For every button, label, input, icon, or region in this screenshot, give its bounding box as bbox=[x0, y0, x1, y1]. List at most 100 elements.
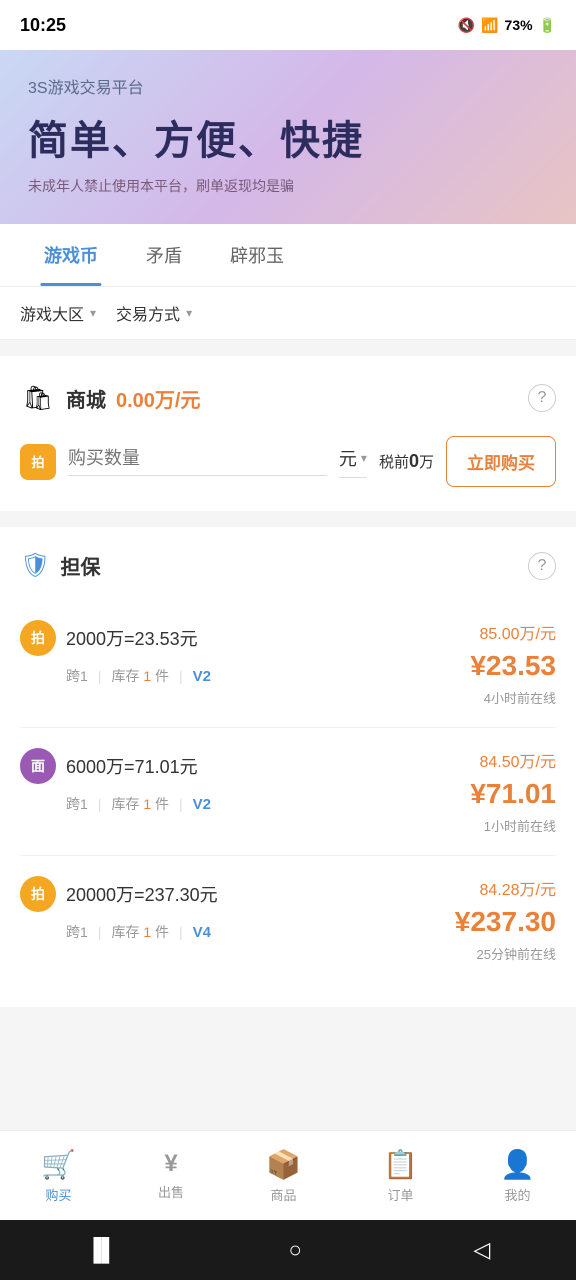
battery-label: 73% bbox=[505, 17, 533, 33]
listing-name-3: 20000万=237.30元 bbox=[66, 881, 218, 907]
pre-tax-display: 税前0万 bbox=[379, 451, 434, 472]
listing-right-1: 85.00万/元 ¥23.53 4小时前在线 bbox=[396, 620, 556, 707]
tab-pixieyu[interactable]: 辟邪玉 bbox=[206, 224, 308, 286]
total-price-1: ¥23.53 bbox=[396, 650, 556, 682]
purchase-row: 拍 元 ▾ 税前0万 立即购买 bbox=[20, 436, 556, 487]
banner-subtitle: 3S游戏交易平台 bbox=[28, 74, 548, 98]
tabs-container: 游戏币 矛盾 辟邪玉 bbox=[0, 224, 576, 287]
tabs: 游戏币 矛盾 辟邪玉 bbox=[20, 224, 556, 286]
unit-price-1: 85.00万/元 bbox=[396, 620, 556, 644]
online-time-2: 1小时前在线 bbox=[396, 816, 556, 835]
nav-order-label: 订单 bbox=[388, 1185, 414, 1204]
version-3: V4 bbox=[193, 924, 211, 941]
listing-right-2: 84.50万/元 ¥71.01 1小时前在线 bbox=[396, 748, 556, 835]
seller-badge-1: 拍 bbox=[20, 620, 56, 656]
tab-youxibi[interactable]: 游戏币 bbox=[20, 224, 122, 286]
listing-left-3: 拍 20000万=237.30元 跨1 | 库存 1 件 | V4 bbox=[20, 876, 396, 942]
nav-profile[interactable]: 👤 我的 bbox=[480, 1140, 555, 1212]
wifi-icon: 📶 bbox=[481, 17, 498, 34]
nav-product-label: 商品 bbox=[271, 1185, 297, 1204]
quantity-input-wrap bbox=[68, 448, 327, 476]
mute-icon: 🔇 bbox=[458, 17, 475, 34]
escrow-label: 担保 bbox=[60, 551, 100, 580]
section-gap-2 bbox=[0, 511, 576, 527]
version-1: V2 bbox=[193, 668, 211, 685]
section-gap-1 bbox=[0, 340, 576, 356]
listing-title-3: 拍 20000万=237.30元 bbox=[20, 876, 396, 912]
listing-meta-1: 跨1 | 库存 1 件 | V2 bbox=[66, 666, 396, 686]
quantity-input[interactable] bbox=[68, 448, 327, 469]
mall-left: 🛍 商城 0.00万/元 bbox=[20, 380, 200, 416]
chevron-down-icon: ▾ bbox=[90, 306, 96, 320]
mall-icon: 🛍 bbox=[20, 380, 56, 416]
recent-button[interactable]: ▐▌ bbox=[86, 1237, 117, 1263]
stock-label-2: 库存 1 件 bbox=[111, 794, 169, 814]
listing-right-3: 84.28万/元 ¥237.30 25分钟前在线 bbox=[396, 876, 556, 963]
banner-title: 简单、方便、快捷 bbox=[28, 108, 548, 166]
listing-meta-2: 跨1 | 库存 1 件 | V2 bbox=[66, 794, 396, 814]
online-time-1: 4小时前在线 bbox=[396, 688, 556, 707]
unit-price-3: 84.28万/元 bbox=[396, 876, 556, 900]
total-price-2: ¥71.01 bbox=[396, 778, 556, 810]
listing-item-3[interactable]: 拍 20000万=237.30元 跨1 | 库存 1 件 | V4 84.28万… bbox=[20, 856, 556, 983]
mall-price: 0.00万/元 bbox=[116, 384, 200, 413]
nav-profile-label: 我的 bbox=[504, 1185, 530, 1204]
nav-sell-label: 出售 bbox=[158, 1182, 184, 1201]
nav-buy[interactable]: 🛒 购买 bbox=[21, 1140, 96, 1212]
currency-select[interactable]: 元 ▾ bbox=[339, 445, 367, 478]
nav-sell[interactable]: ¥ 出售 bbox=[138, 1142, 204, 1209]
nav-order[interactable]: 📋 订单 bbox=[363, 1140, 438, 1212]
listing-name-1: 2000万=23.53元 bbox=[66, 625, 198, 651]
escrow-header: 🛡 担保 ? bbox=[20, 551, 556, 580]
stock-label-1: 库存 1 件 bbox=[111, 666, 169, 686]
listing-meta-3: 跨1 | 库存 1 件 | V4 bbox=[66, 922, 396, 942]
seller-badge-2: 面 bbox=[20, 748, 56, 784]
mall-header: 🛍 商城 0.00万/元 ? bbox=[20, 380, 556, 416]
banner-notice: 未成年人禁止使用本平台，刷单返现均是骗 bbox=[28, 176, 548, 196]
status-icons: 🔇 📶 🔇 📶 73% 73% 🔋 bbox=[458, 17, 556, 34]
mall-section: 🛍 商城 0.00万/元 ? 拍 元 ▾ 税前0万 立即购买 bbox=[0, 356, 576, 511]
buy-now-button[interactable]: 立即购买 bbox=[446, 436, 556, 487]
total-price-3: ¥237.30 bbox=[396, 906, 556, 938]
game-region-label: 游戏大区 bbox=[20, 301, 84, 325]
trade-method-filter[interactable]: 交易方式 ▾ bbox=[116, 301, 192, 325]
mall-help-icon[interactable]: ? bbox=[528, 384, 556, 412]
listing-title: 拍 2000万=23.53元 bbox=[20, 620, 396, 656]
escrow-left: 🛡 担保 bbox=[20, 551, 100, 580]
escrow-help-icon[interactable]: ? bbox=[528, 552, 556, 580]
status-time: 10:25 bbox=[20, 15, 66, 36]
shield-icon: 🛡 bbox=[20, 551, 50, 580]
system-bar: ▐▌ ○ ◁ bbox=[0, 1220, 576, 1280]
listing-left-2: 面 6000万=71.01元 跨1 | 库存 1 件 | V2 bbox=[20, 748, 396, 814]
product-icon: 📦 bbox=[266, 1148, 301, 1181]
game-region-filter[interactable]: 游戏大区 ▾ bbox=[20, 301, 96, 325]
banner: 3S游戏交易平台 简单、方便、快捷 未成年人禁止使用本平台，刷单返现均是骗 bbox=[0, 50, 576, 224]
region-3: 跨1 bbox=[66, 922, 88, 942]
sell-icon: ¥ bbox=[164, 1150, 177, 1178]
listing-left: 拍 2000万=23.53元 跨1 | 库存 1 件 | V2 bbox=[20, 620, 396, 686]
region-2: 跨1 bbox=[66, 794, 88, 814]
purchase-badge: 拍 bbox=[20, 444, 56, 480]
listing-name-2: 6000万=71.01元 bbox=[66, 753, 198, 779]
seller-badge-3: 拍 bbox=[20, 876, 56, 912]
trade-method-label: 交易方式 bbox=[116, 301, 180, 325]
status-bar: 10:25 🔇 📶 🔇 📶 73% 73% 🔋 bbox=[0, 0, 576, 50]
order-icon: 📋 bbox=[383, 1148, 418, 1181]
bottom-nav: 🛒 购买 ¥ 出售 📦 商品 📋 订单 👤 我的 bbox=[0, 1130, 576, 1220]
profile-icon: 👤 bbox=[500, 1148, 535, 1181]
back-button[interactable]: ◁ bbox=[473, 1237, 490, 1263]
tab-maodun[interactable]: 矛盾 bbox=[122, 224, 206, 286]
filter-bar: 游戏大区 ▾ 交易方式 ▾ bbox=[0, 287, 576, 340]
online-time-3: 25分钟前在线 bbox=[396, 944, 556, 963]
mall-label: 商城 bbox=[66, 384, 106, 413]
version-2: V2 bbox=[193, 796, 211, 813]
stock-label-3: 库存 1 件 bbox=[111, 922, 169, 942]
home-button[interactable]: ○ bbox=[288, 1237, 301, 1263]
nav-product[interactable]: 📦 商品 bbox=[246, 1140, 321, 1212]
chevron-down-icon-2: ▾ bbox=[186, 306, 192, 320]
listing-item[interactable]: 拍 2000万=23.53元 跨1 | 库存 1 件 | V2 85.00万/元… bbox=[20, 600, 556, 728]
currency-label: 元 bbox=[339, 445, 357, 471]
listing-item-2[interactable]: 面 6000万=71.01元 跨1 | 库存 1 件 | V2 84.50万/元… bbox=[20, 728, 556, 856]
escrow-section: 🛡 担保 ? 拍 2000万=23.53元 跨1 | 库存 1 件 | bbox=[0, 527, 576, 1007]
nav-buy-label: 购买 bbox=[45, 1185, 71, 1204]
